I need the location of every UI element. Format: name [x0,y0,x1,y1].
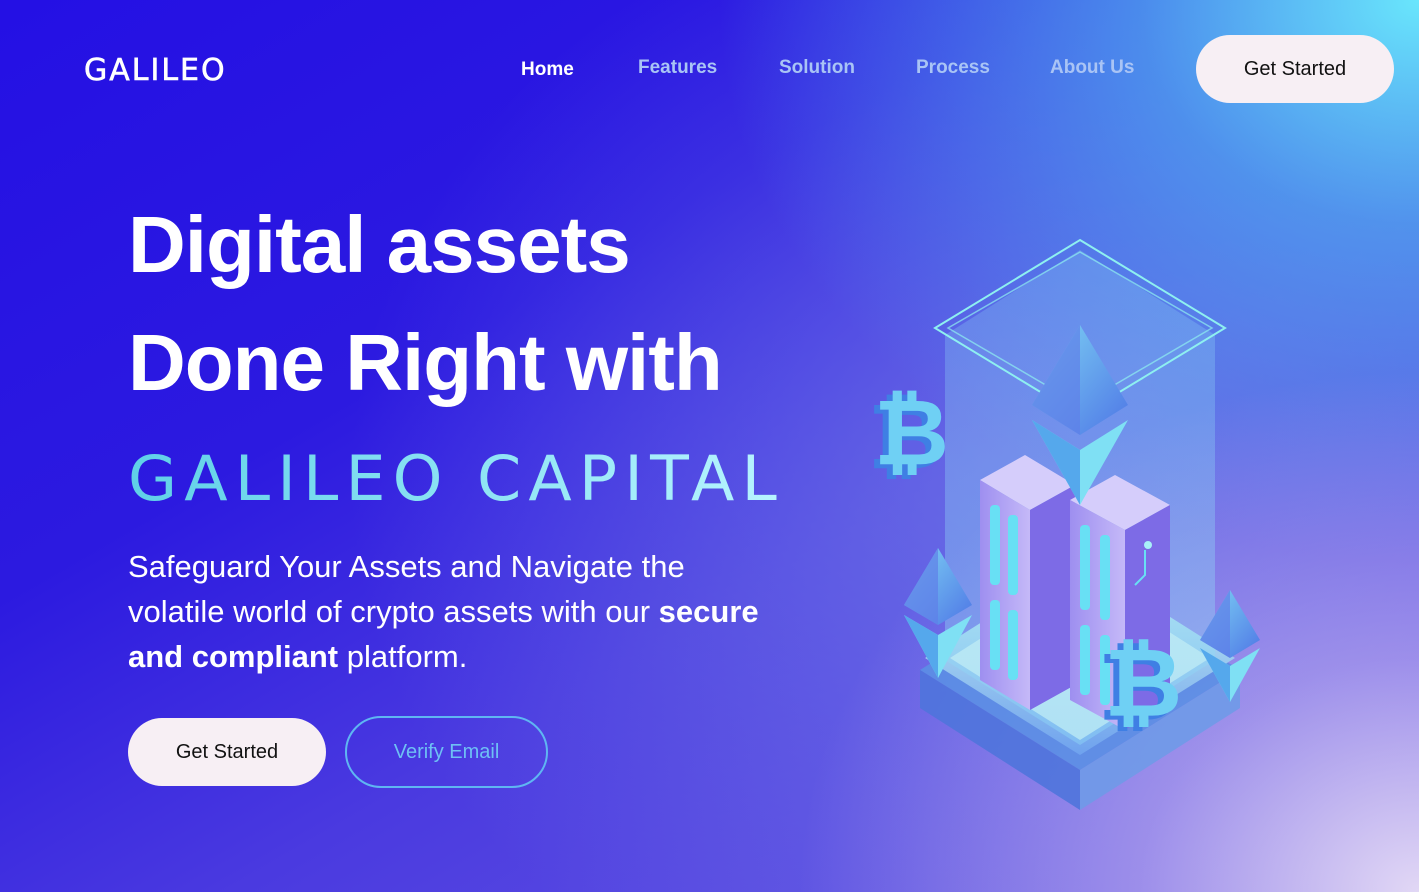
nav-process[interactable]: Process [916,57,990,79]
bitcoin-icon: ₿ ₿ [1098,627,1182,743]
top-navbar: GALILEO Home Features Solution Process A… [0,0,1419,140]
header-get-started-button[interactable]: Get Started [1196,35,1394,103]
galileo-logo[interactable]: GALILEO [84,50,252,86]
subtitle-text-end: platform. [338,639,468,674]
nav-home[interactable]: Home [521,59,574,81]
nav-features[interactable]: Features [638,57,717,79]
verify-email-button[interactable]: Verify Email [345,716,548,788]
bitcoin-icon: ₿ ₿ [868,379,949,490]
nav-about-us[interactable]: About Us [1050,57,1134,79]
brand-wordmark-text: GALILEO CAPITAL [128,446,784,508]
subtitle-text: Safeguard Your Assets and Navigate the v… [128,549,685,629]
brand-wordmark: GALILEO CAPITAL [128,442,788,515]
hero-get-started-button[interactable]: Get Started [128,718,326,786]
hero-heading-line-1: Digital assets [128,200,631,289]
crypto-illustration: ₿ ₿ ₿ ₿ [850,230,1280,820]
hero-heading-line-2: Done Right with [128,318,723,407]
hero-heading: Digital assets Done Right with [128,186,848,422]
galileo-logo-icon: GALILEO [84,53,227,86]
nav-solution[interactable]: Solution [779,57,855,79]
logo-wordmark: GALILEO [84,53,227,86]
hero-subtitle: Safeguard Your Assets and Navigate the v… [128,544,768,679]
svg-text:₿: ₿ [1104,627,1182,739]
svg-text:₿: ₿ [874,379,949,486]
